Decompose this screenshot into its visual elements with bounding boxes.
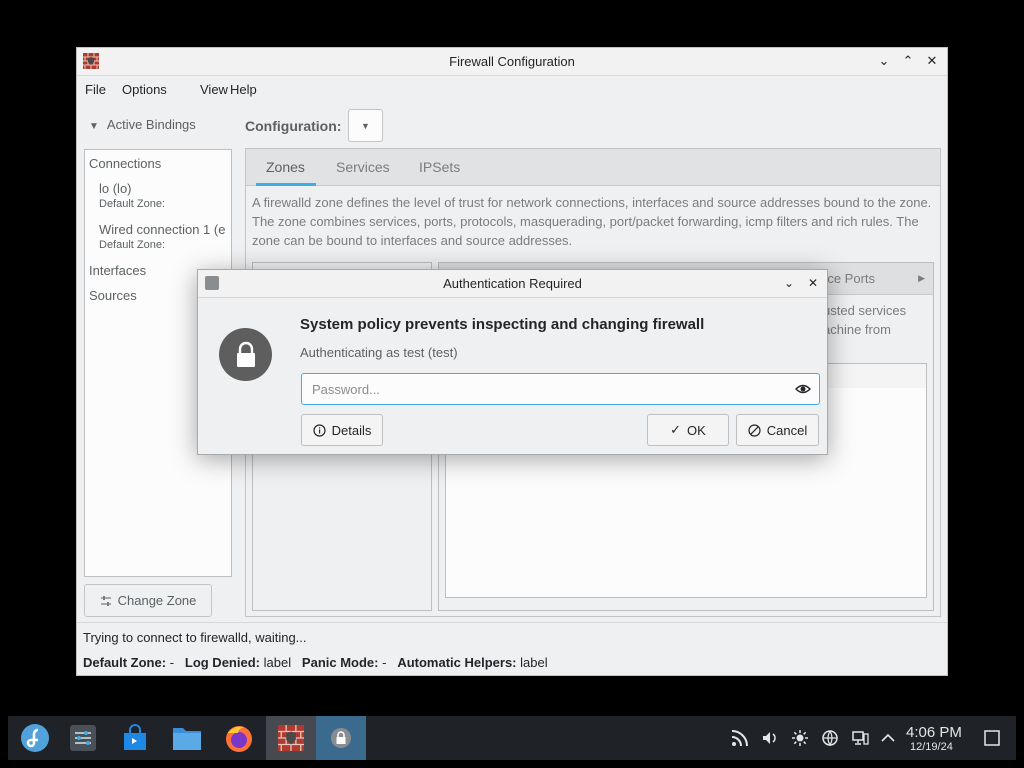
dialog-titlebar[interactable]: Authentication Required ⌄ ✕ [198, 270, 827, 298]
connection-item[interactable]: Wired connection 1 (e [99, 222, 225, 237]
taskbar-discover[interactable] [110, 716, 160, 760]
menu-options[interactable]: Options [122, 82, 167, 97]
status-message: Trying to connect to firewalld, waiting.… [83, 630, 307, 645]
folder-icon [173, 728, 201, 750]
dialog-subtext: Authenticating as test (test) [300, 345, 458, 360]
chevron-down-icon: ▼ [89, 121, 99, 132]
cancel-button[interactable]: Cancel [736, 414, 819, 446]
scroll-right-icon[interactable]: ▶ [918, 273, 925, 284]
minimize-icon[interactable]: ⌄ [875, 52, 893, 70]
checkmark-icon: ✓ [670, 422, 682, 437]
tab-zones[interactable]: Zones [266, 159, 305, 175]
desktop: Firewall Configuration ⌄ ⌃ ✕ File Option… [0, 0, 1024, 768]
subtab-description: usted services achine from [823, 303, 907, 337]
wired-network-icon[interactable] [850, 728, 870, 748]
password-input[interactable] [312, 380, 782, 398]
dialog-title: Authentication Required [443, 276, 582, 291]
status-bar: Default Zone: - Log Denied: label Panic … [83, 655, 548, 670]
active-tab-indicator [256, 183, 316, 186]
connection-zone: Default Zone: [99, 239, 166, 251]
taskbar-settings[interactable] [58, 716, 108, 760]
close-icon[interactable]: ✕ [923, 52, 941, 70]
taskbar: 4:06 PM 12/19/24 [8, 716, 1016, 760]
lock-icon [331, 728, 351, 748]
chevron-up-icon[interactable] [878, 728, 898, 748]
lock-icon [219, 328, 272, 381]
fedora-icon [21, 724, 49, 752]
auth-dialog: Authentication Required ⌄ ✕ System polic… [197, 269, 828, 455]
app-launcher-button[interactable] [10, 716, 60, 760]
firefox-icon [226, 726, 252, 752]
active-bindings-toggle[interactable]: ▼ Active Bindings [89, 117, 196, 132]
window-titlebar[interactable]: Firewall Configuration ⌄ ⌃ ✕ [77, 48, 947, 76]
taskbar-files[interactable] [162, 716, 212, 760]
maximize-icon[interactable]: ⌃ [899, 52, 917, 70]
password-field[interactable] [301, 373, 820, 405]
configuration-dropdown[interactable]: ▼ [348, 109, 383, 142]
interfaces-header[interactable]: Interfaces [89, 263, 146, 278]
minimize-icon[interactable]: ⌄ [781, 274, 797, 292]
menu-file[interactable]: File [85, 82, 106, 97]
system-settings-icon [70, 725, 96, 751]
cancel-icon [748, 423, 761, 437]
sliders-icon [100, 595, 111, 606]
brightness-icon[interactable] [790, 728, 810, 748]
chevron-down-icon: ▼ [361, 120, 370, 131]
divider [77, 622, 947, 623]
clock-time[interactable]: 4:06 PM [906, 724, 962, 741]
zone-description: A firewalld zone defines the level of tr… [252, 195, 932, 248]
rss-icon[interactable] [730, 728, 750, 748]
firewall-app-icon [278, 725, 304, 751]
tab-source-ports[interactable]: rce Ports [823, 271, 875, 286]
menu-help[interactable]: Help [230, 82, 257, 97]
clock-date[interactable]: 12/19/24 [910, 741, 953, 753]
taskbar-auth[interactable] [316, 716, 366, 760]
tab-bar: Zones Services IPSets [246, 149, 940, 186]
network-globe-icon[interactable] [820, 728, 840, 748]
details-button[interactable]: Details [301, 414, 383, 446]
change-zone-button[interactable]: Change Zone [84, 584, 212, 617]
menubar: File Options View Help [77, 77, 947, 103]
close-icon[interactable]: ✕ [805, 274, 821, 292]
taskbar-firewall[interactable] [266, 716, 316, 760]
taskbar-firefox[interactable] [214, 716, 264, 760]
configuration-label: Configuration: [245, 118, 342, 134]
connections-header[interactable]: Connections [89, 156, 161, 171]
info-icon [313, 423, 326, 437]
store-bag-icon [124, 724, 146, 750]
tab-services[interactable]: Services [336, 159, 390, 175]
volume-icon[interactable] [760, 728, 780, 748]
window-title: Firewall Configuration [449, 54, 575, 69]
show-desktop-icon[interactable] [982, 728, 1002, 748]
sources-header[interactable]: Sources [89, 288, 137, 303]
menu-view[interactable]: View [200, 82, 228, 97]
tab-ipsets[interactable]: IPSets [419, 159, 460, 175]
show-password-icon[interactable] [795, 382, 811, 396]
ok-button[interactable]: ✓ OK [647, 414, 729, 446]
dialog-heading: System policy prevents inspecting and ch… [300, 316, 705, 333]
connection-item[interactable]: lo (lo) [99, 181, 132, 196]
connection-zone: Default Zone: [99, 198, 166, 210]
